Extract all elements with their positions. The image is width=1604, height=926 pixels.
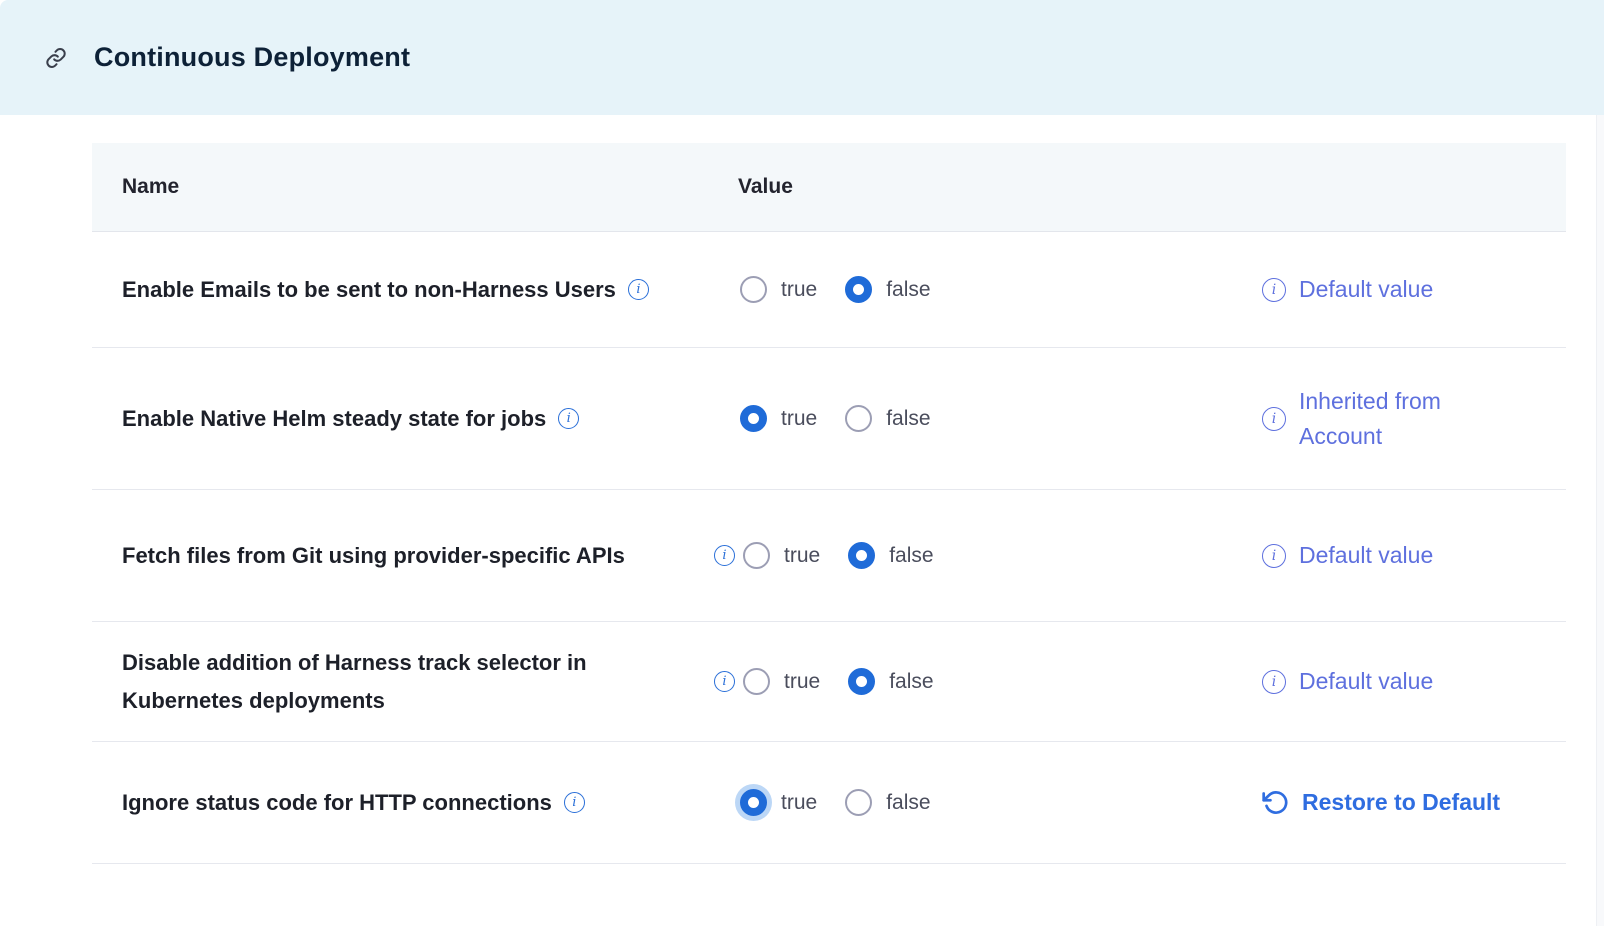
setting-status-cell: i Default value <box>1240 538 1566 573</box>
setting-name-cell: Enable Emails to be sent to non-Harness … <box>92 271 710 309</box>
info-icon[interactable]: i <box>564 792 585 813</box>
setting-name: Disable addition of Harness track select… <box>122 644 682 720</box>
setting-status-cell: i Default value <box>1240 664 1566 699</box>
setting-status-cell: i Default value <box>1240 272 1566 307</box>
info-icon[interactable]: i <box>714 545 735 566</box>
setting-value-cell: i true false <box>710 668 1240 695</box>
setting-value-cell: true false <box>710 789 1240 816</box>
radio-option-true[interactable]: true <box>743 668 820 695</box>
radio-true-icon[interactable] <box>740 789 767 816</box>
setting-value-cell: true false <box>710 405 1240 432</box>
radio-label-true: true <box>781 791 817 815</box>
column-header-name: Name <box>92 175 710 199</box>
link-icon[interactable] <box>44 46 68 70</box>
page-title: Continuous Deployment <box>94 42 410 73</box>
table-row: Enable Native Helm steady state for jobs… <box>92 348 1566 490</box>
setting-name-cell: Enable Native Helm steady state for jobs… <box>92 400 710 438</box>
radio-label-false: false <box>886 791 930 815</box>
table-row: Enable Emails to be sent to non-Harness … <box>92 232 1566 348</box>
table-row: Fetch files from Git using provider-spec… <box>92 490 1566 622</box>
table-row: Ignore status code for HTTP connections … <box>92 742 1566 864</box>
setting-name: Enable Emails to be sent to non-Harness … <box>122 271 616 309</box>
radio-true-icon[interactable] <box>743 668 770 695</box>
setting-name: Enable Native Helm steady state for jobs <box>122 400 546 438</box>
status-label: Default value <box>1299 538 1433 573</box>
setting-name-cell: Disable addition of Harness track select… <box>92 644 710 720</box>
radio-true-icon[interactable] <box>743 542 770 569</box>
info-icon[interactable]: i <box>1262 278 1286 302</box>
radio-label-true: true <box>784 670 820 694</box>
setting-name: Ignore status code for HTTP connections <box>122 784 552 822</box>
radio-false-icon[interactable] <box>845 276 872 303</box>
radio-option-false[interactable]: false <box>845 276 930 303</box>
section-header: Continuous Deployment <box>0 0 1604 115</box>
radio-option-false[interactable]: false <box>845 405 930 432</box>
info-icon[interactable]: i <box>1262 544 1286 568</box>
radio-label-true: true <box>781 278 817 302</box>
radio-false-icon[interactable] <box>848 668 875 695</box>
table-header-row: Name Value <box>92 143 1566 232</box>
status-label: Default value <box>1299 272 1433 307</box>
radio-option-true[interactable]: true <box>740 789 817 816</box>
radio-group: true false <box>740 276 931 303</box>
setting-name-cell: Ignore status code for HTTP connections … <box>92 784 710 822</box>
radio-group: true false <box>743 542 934 569</box>
scrollbar[interactable] <box>1596 115 1604 926</box>
column-header-value: Value <box>710 175 1240 199</box>
info-icon[interactable]: i <box>714 671 735 692</box>
radio-true-icon[interactable] <box>740 276 767 303</box>
info-icon[interactable]: i <box>628 279 649 300</box>
setting-name-cell: Fetch files from Git using provider-spec… <box>92 537 710 575</box>
settings-content: Name Value Enable Emails to be sent to n… <box>0 115 1604 864</box>
status-label: Default value <box>1299 664 1433 699</box>
radio-label-true: true <box>781 407 817 431</box>
radio-option-false[interactable]: false <box>845 789 930 816</box>
radio-true-icon[interactable] <box>740 405 767 432</box>
radio-option-true[interactable]: true <box>740 276 817 303</box>
restore-icon[interactable] <box>1262 789 1289 816</box>
radio-option-true[interactable]: true <box>743 542 820 569</box>
radio-group: true false <box>743 668 934 695</box>
radio-option-false[interactable]: false <box>848 668 933 695</box>
setting-status-cell: i Inherited from Account <box>1240 384 1566 453</box>
radio-group: true false <box>740 789 931 816</box>
setting-value-cell: true false <box>710 276 1240 303</box>
radio-false-icon[interactable] <box>848 542 875 569</box>
settings-table: Name Value Enable Emails to be sent to n… <box>92 143 1566 864</box>
radio-false-icon[interactable] <box>845 405 872 432</box>
setting-status-cell: Restore to Default <box>1240 785 1566 820</box>
restore-to-default-link[interactable]: Restore to Default <box>1302 785 1500 820</box>
info-icon[interactable]: i <box>1262 407 1286 431</box>
table-row: Disable addition of Harness track select… <box>92 622 1566 742</box>
status-label: Inherited from Account <box>1299 384 1504 453</box>
info-icon[interactable]: i <box>558 408 579 429</box>
radio-label-true: true <box>784 544 820 568</box>
info-icon[interactable]: i <box>1262 670 1286 694</box>
radio-label-false: false <box>889 544 933 568</box>
radio-option-true[interactable]: true <box>740 405 817 432</box>
setting-value-cell: i true false <box>710 542 1240 569</box>
radio-false-icon[interactable] <box>845 789 872 816</box>
radio-option-false[interactable]: false <box>848 542 933 569</box>
radio-label-false: false <box>889 670 933 694</box>
setting-name: Fetch files from Git using provider-spec… <box>122 537 625 575</box>
radio-group: true false <box>740 405 931 432</box>
radio-label-false: false <box>886 407 930 431</box>
radio-label-false: false <box>886 278 930 302</box>
